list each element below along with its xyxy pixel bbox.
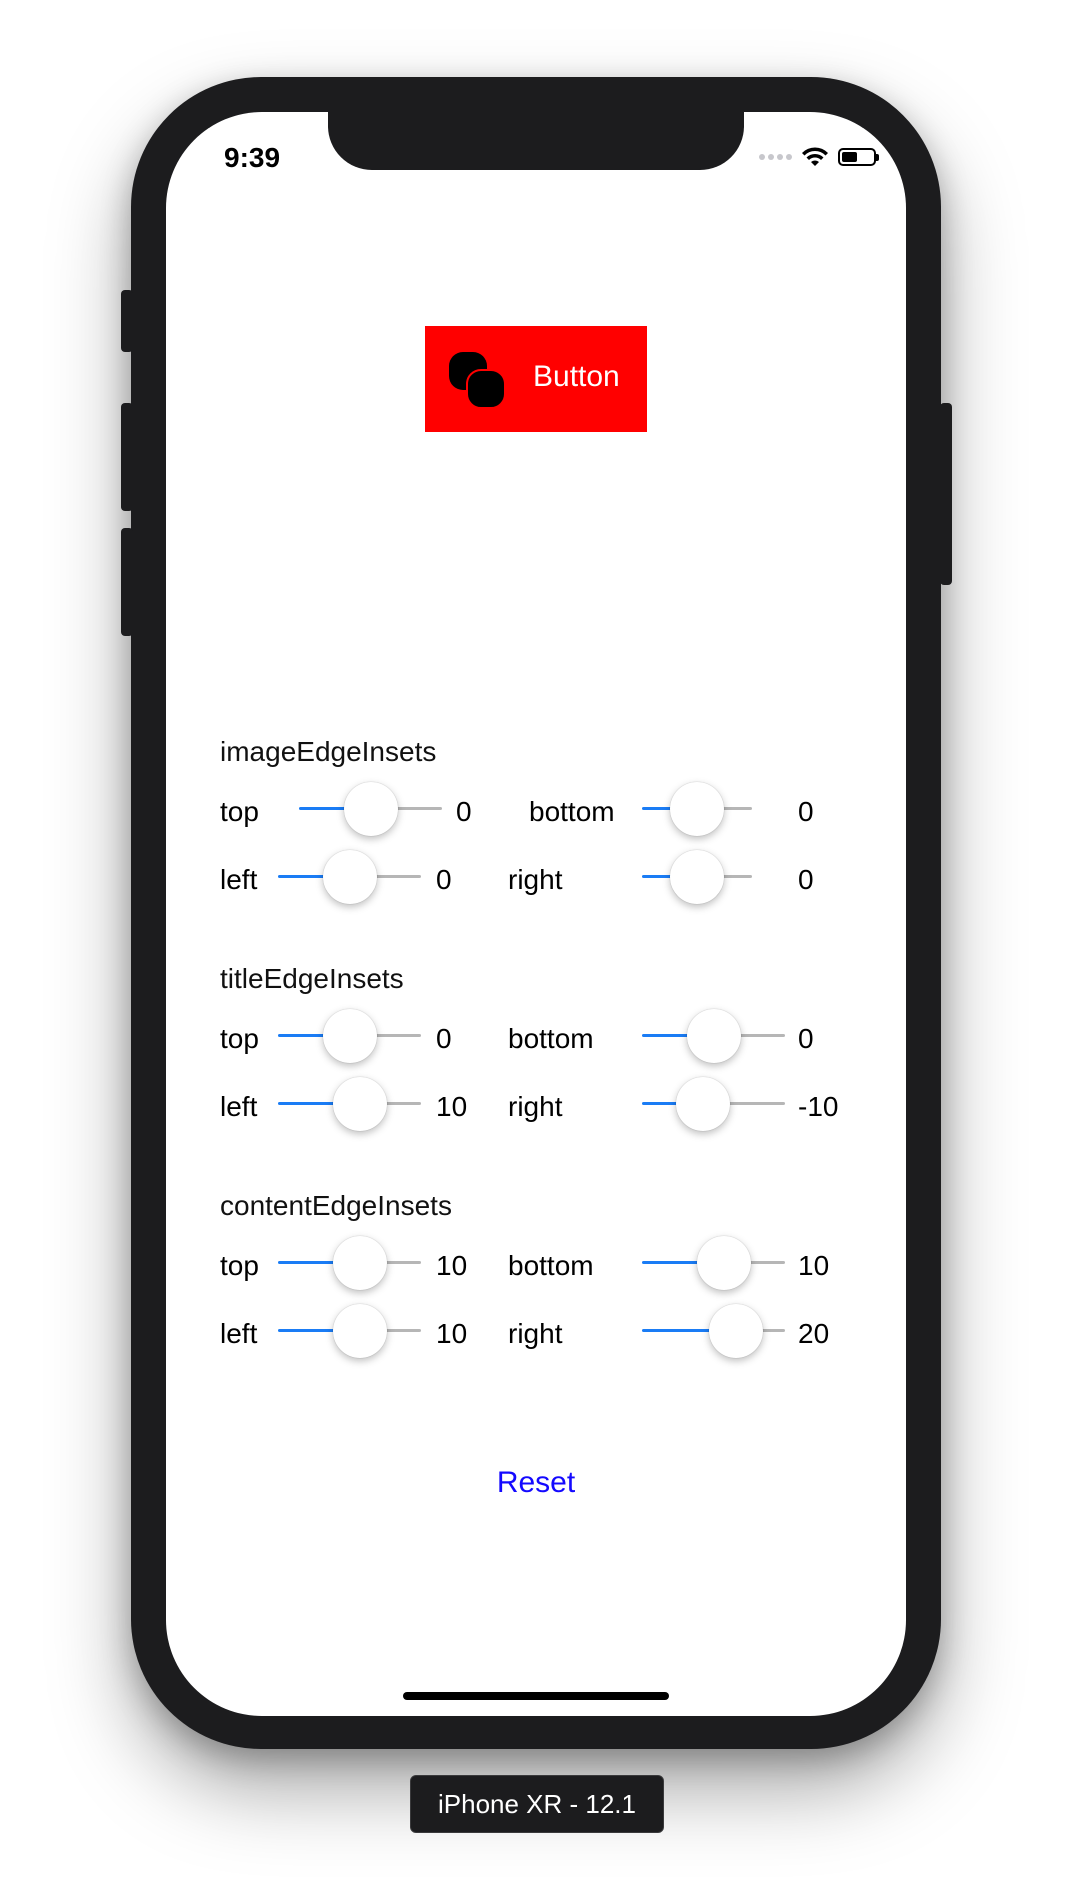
title-top-slider[interactable] (278, 1009, 421, 1063)
content-top-label: top (220, 1250, 259, 1281)
content-bottom-value: 10 (798, 1250, 830, 1281)
title-right-label: right (508, 1091, 563, 1122)
slider-thumb[interactable] (675, 1077, 730, 1131)
battery-icon (838, 148, 879, 166)
title-top-label: top (220, 1023, 259, 1054)
image-top-slider[interactable] (299, 782, 442, 836)
content-left-label: left (220, 1318, 258, 1349)
slider-thumb[interactable] (322, 850, 377, 904)
volume-down-button (121, 528, 133, 636)
title-bottom-slider[interactable] (642, 1009, 785, 1063)
image-left-label: left (220, 864, 258, 895)
notch (328, 112, 744, 170)
slider-thumb[interactable] (322, 1009, 377, 1063)
slider-thumb[interactable] (670, 850, 724, 904)
content-right-label: right (508, 1318, 563, 1349)
title-bottom-value: 0 (798, 1023, 814, 1054)
image-right-label: right (508, 864, 563, 895)
slider-thumb[interactable] (343, 782, 398, 836)
status-time: 9:39 (224, 142, 281, 173)
slider-thumb[interactable] (333, 1236, 388, 1290)
content-left-value: 10 (436, 1318, 468, 1349)
content-right-value: 20 (798, 1318, 830, 1349)
cellular-signal-icon (759, 154, 792, 160)
title-bottom-label: bottom (508, 1023, 594, 1054)
slider-thumb[interactable] (686, 1009, 741, 1063)
demo-button-label: Button (533, 360, 620, 393)
title-right-slider[interactable] (642, 1077, 785, 1131)
image-bottom-slider[interactable] (642, 782, 752, 836)
title-left-slider[interactable] (278, 1077, 421, 1131)
image-edge-insets-title: imageEdgeInsets (220, 736, 437, 767)
slider-thumb[interactable] (333, 1077, 388, 1131)
image-right-slider[interactable] (642, 850, 752, 904)
title-left-label: left (220, 1091, 258, 1122)
slider-thumb[interactable] (333, 1304, 388, 1358)
slider-thumb[interactable] (708, 1304, 763, 1358)
content-bottom-slider[interactable] (642, 1236, 785, 1290)
content-right-slider[interactable] (642, 1304, 785, 1358)
content-top-value: 10 (436, 1250, 468, 1281)
reset-button[interactable]: Reset (166, 1466, 906, 1500)
image-left-slider[interactable] (278, 850, 421, 904)
title-right-value: -10 (798, 1091, 839, 1122)
slider-thumb[interactable] (697, 1236, 752, 1290)
title-top-value: 0 (436, 1023, 452, 1054)
screen: 9:39 Button imageEdgeInsets top 0 bottom… (166, 112, 906, 1716)
image-top-label: top (220, 796, 259, 827)
mute-switch (121, 290, 133, 352)
image-top-value: 0 (456, 796, 472, 827)
content-edge-insets-title: contentEdgeInsets (220, 1190, 452, 1221)
device-label: iPhone XR - 12.1 (410, 1775, 664, 1833)
home-indicator (403, 1692, 669, 1700)
content-bottom-label: bottom (508, 1250, 594, 1281)
content-left-slider[interactable] (278, 1304, 421, 1358)
wifi-icon (802, 147, 828, 166)
image-left-value: 0 (436, 864, 452, 895)
content-top-slider[interactable] (278, 1236, 421, 1290)
status-icons (759, 146, 879, 168)
image-bottom-label: bottom (529, 796, 615, 827)
power-button (940, 403, 952, 585)
title-edge-insets-title: titleEdgeInsets (220, 963, 404, 994)
title-left-value: 10 (436, 1091, 468, 1122)
squares-icon (449, 352, 506, 408)
image-bottom-value: 0 (798, 796, 814, 827)
image-right-value: 0 (798, 864, 814, 895)
volume-up-button (121, 403, 133, 511)
demo-button[interactable]: Button (425, 326, 647, 432)
slider-thumb[interactable] (670, 782, 724, 836)
